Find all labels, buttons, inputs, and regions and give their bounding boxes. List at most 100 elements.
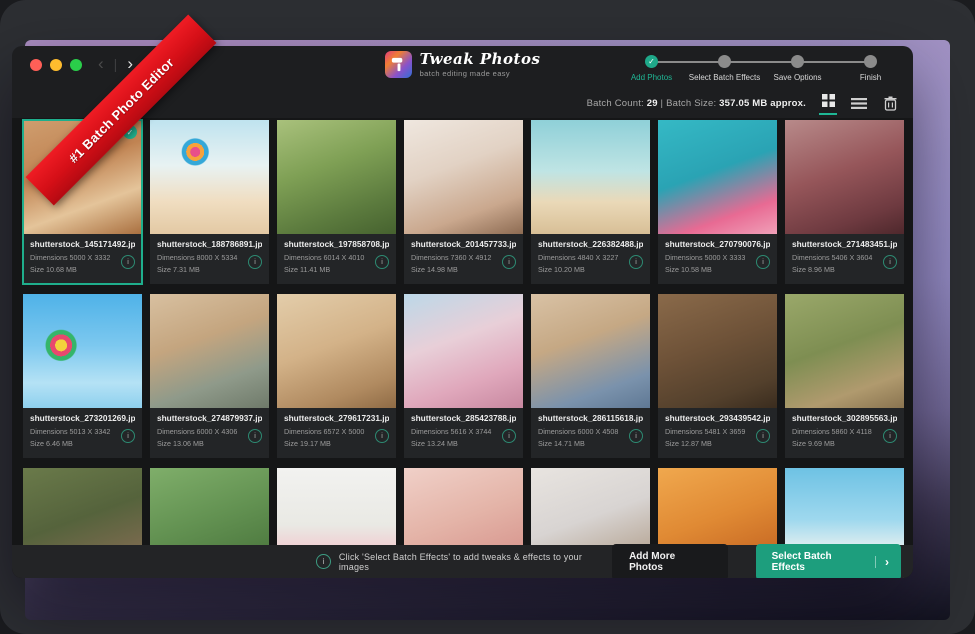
photo-meta: shutterstock_286115618.jpg Dimensions 60… bbox=[531, 408, 650, 449]
photo-size: Size 10.68 MB bbox=[30, 265, 135, 274]
minimize-window-button[interactable] bbox=[50, 59, 62, 71]
paint-roller-icon bbox=[389, 55, 408, 74]
photo-meta: shutterstock_201457733.jpg Dimensions 73… bbox=[404, 234, 523, 275]
photo-size: Size 10.20 MB bbox=[538, 265, 643, 274]
photo-info-icon[interactable]: i bbox=[375, 255, 389, 269]
step-label: Finish bbox=[860, 73, 881, 82]
photo-meta: shutterstock_293439542.jpg Dimensions 54… bbox=[658, 408, 777, 449]
grid-view-icon[interactable] bbox=[819, 92, 837, 115]
photo-dimensions: Dimensions 5860 X 4118 bbox=[792, 427, 897, 436]
photo-meta: shutterstock_274879937.jpg Dimensions 60… bbox=[150, 408, 269, 449]
photo-info-icon[interactable]: i bbox=[629, 255, 643, 269]
photo-thumbnail bbox=[150, 120, 269, 234]
photo-meta: shutterstock_285423788.jpg Dimensions 56… bbox=[404, 408, 523, 449]
photo-card[interactable]: ✓ shutterstock_273201269.jpg Dimensions … bbox=[23, 294, 142, 458]
photo-info-icon[interactable]: i bbox=[375, 429, 389, 443]
app-window: ‹ | › Tweak Photos batch editing made ea… bbox=[12, 46, 913, 578]
list-view-icon[interactable] bbox=[850, 94, 868, 112]
batch-count-value: 29 bbox=[647, 98, 658, 109]
photo-filename: shutterstock_270790076.jpg bbox=[665, 239, 770, 249]
step-finish[interactable]: Finish bbox=[834, 51, 907, 82]
photo-filename: shutterstock_273201269.jpg bbox=[30, 413, 135, 423]
photo-meta: shutterstock_271483451.jpg Dimensions 54… bbox=[785, 234, 904, 275]
photo-filename: shutterstock_274879937.jpg bbox=[157, 413, 262, 423]
photo-filename: shutterstock_302895563.jpg bbox=[792, 413, 897, 423]
batch-count-label: Batch Count: bbox=[587, 98, 644, 109]
photo-info-icon[interactable]: i bbox=[756, 429, 770, 443]
photo-card[interactable]: ✓ shutterstock_293439542.jpg Dimensions … bbox=[658, 294, 777, 458]
nav-separator: | bbox=[114, 56, 118, 72]
photo-dimensions: Dimensions 8000 X 5334 bbox=[157, 253, 262, 262]
photo-thumbnail bbox=[404, 120, 523, 234]
batch-info-separator: | bbox=[661, 98, 664, 109]
photo-dimensions: Dimensions 5013 X 3342 bbox=[30, 427, 135, 436]
progress-stepper: ✓ Add Photos Select Batch Effects Save O… bbox=[615, 51, 907, 85]
photo-info-icon[interactable]: i bbox=[883, 255, 897, 269]
photo-size: Size 14.71 MB bbox=[538, 439, 643, 448]
photo-grid: ✓ shutterstock_145171492.jpg Dimensions … bbox=[23, 120, 904, 578]
photo-info-icon[interactable]: i bbox=[756, 255, 770, 269]
app-tagline: batch editing made easy bbox=[420, 69, 541, 78]
photo-card[interactable]: ✓ shutterstock_302895563.jpg Dimensions … bbox=[785, 294, 904, 458]
photo-dimensions: Dimensions 5616 X 3744 bbox=[411, 427, 516, 436]
photo-filename: shutterstock_226382488.jpg bbox=[538, 239, 643, 249]
photo-filename: shutterstock_188786891.jpg bbox=[157, 239, 262, 249]
photo-card[interactable]: ✓ shutterstock_226382488.jpg Dimensions … bbox=[531, 120, 650, 284]
photo-thumbnail bbox=[658, 294, 777, 408]
photo-dimensions: Dimensions 6572 X 5000 bbox=[284, 427, 389, 436]
select-batch-effects-label: Select Batch Effects bbox=[772, 551, 866, 573]
photo-info-icon[interactable]: i bbox=[248, 255, 262, 269]
step-label: Add Photos bbox=[631, 73, 672, 82]
photo-meta: shutterstock_226382488.jpg Dimensions 48… bbox=[531, 234, 650, 275]
photo-thumbnail bbox=[277, 294, 396, 408]
photo-card[interactable]: ✓ shutterstock_279617231.jpg Dimensions … bbox=[277, 294, 396, 458]
step-select-batch-effects[interactable]: Select Batch Effects bbox=[688, 51, 761, 82]
photo-thumbnail bbox=[785, 120, 904, 234]
photo-info-icon[interactable]: i bbox=[629, 429, 643, 443]
photo-card[interactable]: ✓ shutterstock_270790076.jpg Dimensions … bbox=[658, 120, 777, 284]
back-icon[interactable]: ‹ bbox=[98, 54, 104, 74]
photo-filename: shutterstock_285423788.jpg bbox=[411, 413, 516, 423]
step-node-icon bbox=[791, 55, 804, 68]
photo-dimensions: Dimensions 5000 X 3332 bbox=[30, 253, 135, 262]
photo-size: Size 12.87 MB bbox=[665, 439, 770, 448]
select-batch-effects-button[interactable]: Select Batch Effects › bbox=[756, 544, 901, 579]
photo-dimensions: Dimensions 5000 X 3333 bbox=[665, 253, 770, 262]
photo-card[interactable]: ✓ shutterstock_201457733.jpg Dimensions … bbox=[404, 120, 523, 284]
photo-card[interactable]: ✓ shutterstock_285423788.jpg Dimensions … bbox=[404, 294, 523, 458]
photo-thumbnail bbox=[150, 294, 269, 408]
photo-thumbnail bbox=[531, 120, 650, 234]
photo-dimensions: Dimensions 7360 X 4912 bbox=[411, 253, 516, 262]
photo-meta: shutterstock_197858708.jpg Dimensions 60… bbox=[277, 234, 396, 275]
photo-info-icon[interactable]: i bbox=[883, 429, 897, 443]
add-more-photos-button[interactable]: Add More Photos bbox=[612, 544, 728, 579]
photo-card[interactable]: ✓ shutterstock_197858708.jpg Dimensions … bbox=[277, 120, 396, 284]
photo-size: Size 19.17 MB bbox=[284, 439, 389, 448]
step-add-photos[interactable]: ✓ Add Photos bbox=[615, 51, 688, 82]
photo-grid-area: ✓ shutterstock_145171492.jpg Dimensions … bbox=[12, 118, 913, 578]
photo-filename: shutterstock_279617231.jpg bbox=[284, 413, 389, 423]
trash-icon[interactable] bbox=[881, 94, 899, 112]
photo-card[interactable]: ✓ shutterstock_286115618.jpg Dimensions … bbox=[531, 294, 650, 458]
traffic-lights bbox=[30, 59, 82, 71]
photo-thumbnail bbox=[531, 294, 650, 408]
bottom-action-bar: i Click 'Select Batch Effects' to add tw… bbox=[12, 545, 913, 578]
step-save-options[interactable]: Save Options bbox=[761, 51, 834, 82]
photo-info-icon[interactable]: i bbox=[121, 255, 135, 269]
close-window-button[interactable] bbox=[30, 59, 42, 71]
step-label: Save Options bbox=[773, 73, 821, 82]
photo-info-icon[interactable]: i bbox=[502, 255, 516, 269]
step-node-icon bbox=[718, 55, 731, 68]
photo-meta: shutterstock_188786891.jpg Dimensions 80… bbox=[150, 234, 269, 275]
zoom-window-button[interactable] bbox=[70, 59, 82, 71]
photo-card[interactable]: ✓ shutterstock_271483451.jpg Dimensions … bbox=[785, 120, 904, 284]
photo-info-icon[interactable]: i bbox=[121, 429, 135, 443]
photo-meta: shutterstock_145171492.jpg Dimensions 50… bbox=[23, 234, 142, 275]
photo-size: Size 14.98 MB bbox=[411, 265, 516, 274]
photo-info-icon[interactable]: i bbox=[248, 429, 262, 443]
photo-info-icon[interactable]: i bbox=[502, 429, 516, 443]
hint-message: i Click 'Select Batch Effects' to add tw… bbox=[316, 552, 612, 572]
step-label: Select Batch Effects bbox=[689, 73, 760, 82]
photo-card[interactable]: ✓ shutterstock_274879937.jpg Dimensions … bbox=[150, 294, 269, 458]
photo-card[interactable]: ✓ shutterstock_188786891.jpg Dimensions … bbox=[150, 120, 269, 284]
